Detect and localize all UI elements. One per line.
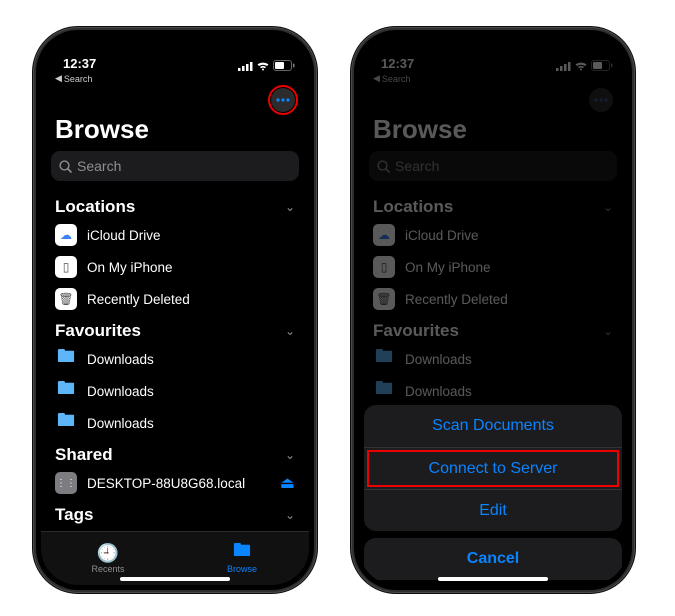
search-icon bbox=[59, 160, 72, 173]
fav-downloads-2[interactable]: 🖿Downloads bbox=[359, 375, 627, 407]
people-icon: ⋮⋮ bbox=[55, 472, 77, 494]
status-time: 12:37 bbox=[381, 56, 414, 71]
screen: 12:37 ◀ Search Browse Search bbox=[41, 35, 309, 585]
phone-icon: ▯ bbox=[55, 256, 77, 278]
locations-header[interactable]: Locations⌄ bbox=[359, 191, 627, 219]
chevron-down-icon: ⌄ bbox=[603, 324, 613, 338]
locations-header[interactable]: Locations ⌄ bbox=[41, 191, 309, 219]
edit-button[interactable]: Edit bbox=[364, 489, 622, 531]
page-title: Browse bbox=[41, 112, 309, 151]
location-onmyiphone[interactable]: ▯On My iPhone bbox=[359, 251, 627, 283]
home-indicator[interactable] bbox=[120, 577, 230, 581]
ellipsis-icon bbox=[276, 98, 290, 102]
folder-icon: 🖿 bbox=[55, 412, 77, 434]
location-onmyiphone[interactable]: ▯ On My iPhone bbox=[41, 251, 309, 283]
folder-icon: 🖿 bbox=[55, 380, 77, 402]
search-input[interactable]: Search bbox=[369, 151, 617, 181]
wifi-icon bbox=[256, 61, 270, 71]
connect-to-server-button[interactable]: Connect to Server bbox=[364, 447, 622, 489]
search-placeholder: Search bbox=[395, 158, 439, 174]
ellipsis-icon bbox=[594, 98, 608, 102]
chevron-left-icon: ◀ bbox=[55, 73, 62, 84]
folder-icon: 🖿 bbox=[373, 348, 395, 370]
folder-icon: 🖿 bbox=[233, 543, 251, 563]
search-icon bbox=[377, 160, 390, 173]
clock-icon: 🕘 bbox=[97, 543, 119, 563]
more-button[interactable] bbox=[589, 88, 613, 112]
status-icons bbox=[238, 60, 295, 71]
phone-right: 12:37 ◀ Search Browse Search bbox=[354, 30, 632, 590]
chevron-down-icon: ⌄ bbox=[285, 508, 295, 522]
favourites-header[interactable]: Favourites⌄ bbox=[359, 315, 627, 343]
fav-downloads-1[interactable]: 🖿Downloads bbox=[41, 343, 309, 375]
signal-icon bbox=[556, 61, 571, 71]
search-input[interactable]: Search bbox=[51, 151, 299, 181]
location-icloud[interactable]: ☁iCloud Drive bbox=[359, 219, 627, 251]
more-button[interactable] bbox=[271, 88, 295, 112]
location-icloud[interactable]: ☁ iCloud Drive bbox=[41, 219, 309, 251]
cloud-icon: ☁ bbox=[55, 224, 77, 246]
action-sheet-group: Scan Documents Connect to Server Edit bbox=[364, 405, 622, 531]
back-search[interactable]: ◀ Search bbox=[359, 71, 627, 84]
search-placeholder: Search bbox=[77, 158, 121, 174]
cancel-button[interactable]: Cancel bbox=[364, 538, 622, 580]
scan-documents-button[interactable]: Scan Documents bbox=[364, 405, 622, 447]
shared-desktop[interactable]: ⋮⋮ DESKTOP-88U8G68.local ⏏ bbox=[41, 467, 309, 499]
cloud-icon: ☁ bbox=[373, 224, 395, 246]
favourites-header[interactable]: Favourites ⌄ bbox=[41, 315, 309, 343]
chevron-down-icon: ⌄ bbox=[285, 324, 295, 338]
phone-icon: ▯ bbox=[373, 256, 395, 278]
tags-header[interactable]: Tags ⌄ bbox=[41, 499, 309, 527]
folder-icon: 🖿 bbox=[373, 380, 395, 402]
status-time: 12:37 bbox=[63, 56, 96, 71]
screen: 12:37 ◀ Search Browse Search bbox=[359, 35, 627, 585]
fav-downloads-1[interactable]: 🖿Downloads bbox=[359, 343, 627, 375]
fav-downloads-3[interactable]: 🖿Downloads bbox=[41, 407, 309, 439]
location-recently-deleted[interactable]: 🗑Recently Deleted bbox=[359, 283, 627, 315]
battery-icon bbox=[273, 60, 295, 71]
back-search[interactable]: ◀ Search bbox=[41, 71, 309, 84]
fav-downloads-2[interactable]: 🖿Downloads bbox=[41, 375, 309, 407]
shared-header[interactable]: Shared ⌄ bbox=[41, 439, 309, 467]
trash-icon: 🗑 bbox=[373, 288, 395, 310]
folder-icon: 🖿 bbox=[55, 348, 77, 370]
signal-icon bbox=[238, 61, 253, 71]
trash-icon: 🗑 bbox=[55, 288, 77, 310]
chevron-down-icon: ⌄ bbox=[285, 448, 295, 462]
status-icons bbox=[556, 60, 613, 71]
page-title: Browse bbox=[359, 112, 627, 151]
notch bbox=[423, 30, 563, 52]
location-recently-deleted[interactable]: 🗑 Recently Deleted bbox=[41, 283, 309, 315]
chevron-left-icon: ◀ bbox=[373, 73, 380, 84]
chevron-down-icon: ⌄ bbox=[603, 200, 613, 214]
action-sheet: Scan Documents Connect to Server Edit Ca… bbox=[364, 405, 622, 580]
notch bbox=[105, 30, 245, 52]
phone-left: 12:37 ◀ Search Browse Search bbox=[36, 30, 314, 590]
chevron-down-icon: ⌄ bbox=[285, 200, 295, 214]
home-indicator[interactable] bbox=[438, 577, 548, 581]
battery-icon bbox=[591, 60, 613, 71]
wifi-icon bbox=[574, 61, 588, 71]
eject-icon[interactable]: ⏏ bbox=[280, 473, 295, 493]
